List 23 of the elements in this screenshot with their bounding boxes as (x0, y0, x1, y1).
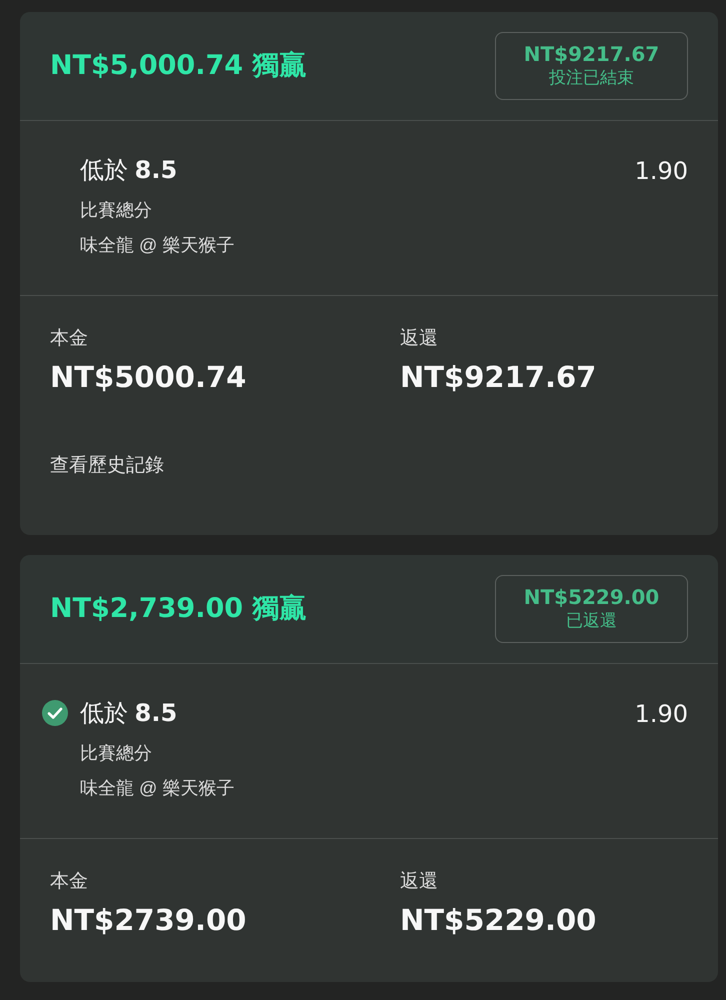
stake-label: 本金 (50, 870, 88, 894)
status-label: 已返還 (566, 610, 617, 632)
bet-title: NT$5,000.74 獨贏 (50, 49, 306, 83)
odds-value: 1.90 (634, 698, 688, 728)
bet-title: NT$2,739.00 獨贏 (50, 592, 306, 626)
returns-value: NT$9217.67 (400, 359, 596, 395)
stake-value: NT$2739.00 (50, 902, 246, 938)
event-name: 味全龍 @ 樂天猴子 (80, 777, 234, 800)
returns-label: 返還 (400, 327, 438, 351)
status-amount: NT$9217.67 (524, 42, 660, 66)
status-amount: NT$5229.00 (524, 585, 660, 609)
event-name: 味全龍 @ 樂天猴子 (80, 234, 234, 257)
stake-value: NT$5000.74 (50, 359, 246, 395)
market-name: 比賽總分 (80, 742, 152, 765)
returns-value: NT$5229.00 (400, 902, 596, 938)
selection-pick: 低於 8.5 (80, 698, 178, 729)
stake-label: 本金 (50, 327, 88, 351)
history-link[interactable]: 查看歷史記錄 (50, 453, 164, 479)
selection-pick: 低於 8.5 (80, 155, 178, 186)
status-label: 投注已結束 (549, 67, 634, 89)
returns-label: 返還 (400, 870, 438, 894)
odds-value: 1.90 (634, 156, 688, 186)
market-name: 比賽總分 (80, 199, 152, 222)
